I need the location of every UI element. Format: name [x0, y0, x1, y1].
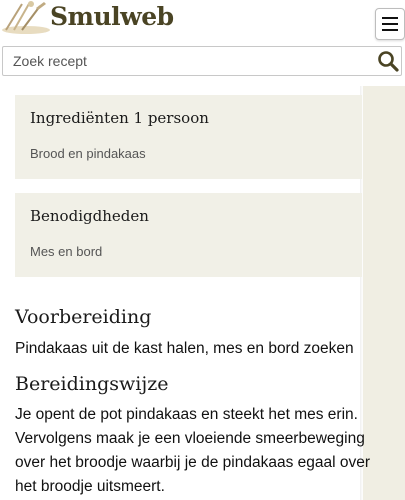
- search-bar: [2, 46, 402, 76]
- utensils-icon: [2, 1, 50, 34]
- hamburger-menu-icon: [382, 23, 398, 25]
- equipment-card: Benodigdheden Mes en bord: [15, 193, 362, 277]
- hamburger-menu-icon: [382, 17, 398, 19]
- ingredients-card: Ingrediënten 1 persoon Brood en pindakaa…: [15, 95, 362, 179]
- site-header: Smulweb: [0, 0, 405, 44]
- site-logo[interactable]: Smulweb: [0, 0, 174, 40]
- method-heading: Bereidingswijze: [15, 373, 169, 395]
- method-text: Je opent de pot pindakaas en steekt het …: [15, 406, 371, 495]
- menu-button[interactable]: [375, 8, 405, 40]
- ingredients-title: Ingrediënten 1 persoon: [30, 109, 209, 127]
- hamburger-menu-icon: [382, 29, 398, 31]
- preparation-text: Pindakaas uit de kast halen, mes en bord…: [15, 340, 354, 357]
- site-name: Smulweb: [50, 2, 174, 31]
- ingredients-text: Brood en pindakaas: [30, 146, 146, 161]
- search-input[interactable]: [3, 47, 363, 75]
- preparation-heading: Voorbereiding: [15, 306, 152, 328]
- equipment-title: Benodigdheden: [30, 207, 149, 225]
- search-icon[interactable]: [377, 50, 399, 72]
- equipment-text: Mes en bord: [30, 244, 103, 259]
